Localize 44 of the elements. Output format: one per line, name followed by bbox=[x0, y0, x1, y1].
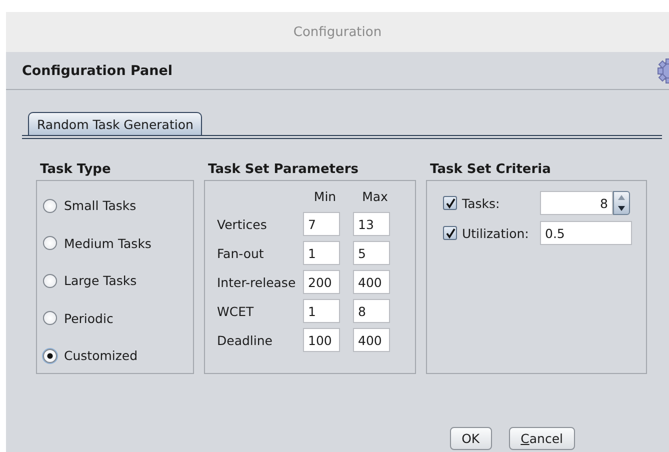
input-field[interactable]: 1 bbox=[303, 241, 340, 265]
column-header: Max bbox=[361, 189, 389, 206]
checkbox-label[interactable]: Tasks: bbox=[462, 196, 540, 210]
radio-label[interactable]: Small Tasks bbox=[64, 198, 136, 214]
group-title: Task Set Parameters bbox=[207, 162, 360, 179]
field-label: Fan-out bbox=[217, 246, 265, 260]
down-arrow-icon[interactable] bbox=[618, 206, 625, 211]
field-label: Inter-release bbox=[217, 274, 297, 290]
tab[interactable]: Random Task Generation bbox=[28, 112, 202, 135]
input-field[interactable]: 8 bbox=[353, 299, 390, 323]
input-field[interactable]: 5 bbox=[353, 241, 390, 265]
panel-title: Configuration Panel bbox=[22, 62, 173, 78]
field-label: Vertices bbox=[217, 216, 268, 232]
radio-label[interactable]: Large Tasks bbox=[64, 273, 137, 288]
input-field[interactable]: 400 bbox=[353, 328, 390, 352]
column-header: Min bbox=[312, 189, 338, 206]
checkbox[interactable] bbox=[443, 196, 457, 210]
up-arrow-icon[interactable] bbox=[618, 195, 625, 200]
input-field[interactable]: 1 bbox=[303, 299, 340, 323]
checkbox-label[interactable]: Utilization: bbox=[462, 226, 540, 240]
dialog-button[interactable]: OK bbox=[450, 427, 492, 450]
input-field[interactable]: 200 bbox=[303, 270, 340, 294]
checkbox[interactable] bbox=[443, 226, 457, 240]
gear-icon bbox=[655, 58, 669, 84]
group-title: Task Set Criteria bbox=[429, 162, 552, 179]
input-field[interactable]: 400 bbox=[353, 270, 390, 294]
spinner-field[interactable]: 8 bbox=[540, 191, 613, 215]
field-label: WCET bbox=[217, 304, 255, 318]
radio-label[interactable]: Medium Tasks bbox=[64, 236, 152, 251]
radio-button[interactable] bbox=[43, 198, 57, 213]
radio-button[interactable] bbox=[43, 274, 57, 288]
input-field[interactable]: 7 bbox=[303, 212, 340, 236]
field-label: Deadline bbox=[217, 332, 274, 348]
radio-label[interactable]: Periodic bbox=[64, 310, 114, 326]
radio-button[interactable] bbox=[43, 236, 57, 250]
window-title: Configuration bbox=[293, 24, 382, 40]
input-field[interactable]: 13 bbox=[353, 212, 390, 236]
input-field[interactable]: 0.5 bbox=[540, 221, 632, 245]
dialog-button[interactable]: Cancel bbox=[508, 427, 575, 450]
input-field[interactable]: 100 bbox=[303, 328, 340, 352]
radio-button[interactable] bbox=[43, 348, 57, 363]
radio-label[interactable]: Customized bbox=[64, 348, 138, 364]
group-title: Task Type bbox=[39, 162, 112, 179]
radio-button[interactable] bbox=[43, 311, 57, 326]
